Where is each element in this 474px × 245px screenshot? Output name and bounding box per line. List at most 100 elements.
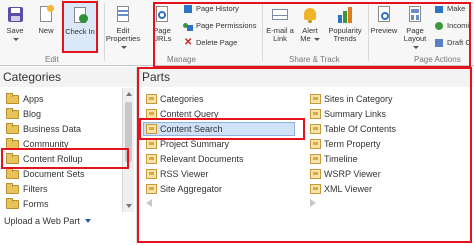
page-permissions-button[interactable]: Page Permissions bbox=[183, 21, 256, 31]
parts-list: Categories Content Query Content Search … bbox=[138, 87, 474, 245]
ribbon: Save New Check In Edit Edit Properties P… bbox=[0, 0, 474, 66]
folder-icon bbox=[6, 197, 19, 209]
incoming-links-button[interactable]: Incomi bbox=[434, 21, 469, 31]
web-part-icon bbox=[310, 124, 321, 134]
folder-icon bbox=[6, 182, 19, 194]
page-layout-button[interactable]: Page Layout bbox=[400, 5, 430, 51]
part-item-site-aggregator[interactable]: Site Aggregator bbox=[146, 182, 222, 196]
categories-scrollbar[interactable] bbox=[122, 88, 134, 212]
category-item-blog[interactable]: Blog bbox=[6, 107, 41, 121]
web-part-icon bbox=[146, 169, 157, 179]
page-urls-icon bbox=[152, 5, 172, 25]
email-link-button[interactable]: E-mail a Link bbox=[264, 5, 296, 43]
folder-icon bbox=[6, 107, 19, 119]
web-part-icon bbox=[146, 124, 157, 134]
page-layout-icon bbox=[405, 5, 425, 25]
divider bbox=[368, 3, 369, 61]
part-item-content-search[interactable]: Content Search bbox=[146, 122, 223, 136]
category-item-business-data[interactable]: Business Data bbox=[6, 122, 81, 136]
home-icon bbox=[434, 4, 444, 14]
part-item-content-query[interactable]: Content Query bbox=[146, 107, 219, 121]
part-item-relevant-documents[interactable]: Relevant Documents bbox=[146, 152, 244, 166]
web-part-icon bbox=[146, 94, 157, 104]
web-part-icon bbox=[310, 154, 321, 164]
chevron-down-icon bbox=[412, 45, 419, 49]
folder-icon bbox=[6, 167, 19, 179]
manage-group-label: Manage bbox=[167, 55, 196, 64]
part-item-xml-viewer[interactable]: XML Viewer bbox=[310, 182, 372, 196]
chevron-down-icon bbox=[12, 37, 19, 41]
preview-button[interactable]: Preview bbox=[370, 5, 398, 35]
chevron-down-icon bbox=[120, 45, 127, 49]
delete-icon: ✕ bbox=[184, 37, 193, 48]
email-icon bbox=[270, 5, 290, 25]
categories-title: Categories bbox=[3, 70, 62, 84]
draft-check-icon bbox=[434, 38, 444, 48]
part-item-project-summary[interactable]: Project Summary bbox=[146, 137, 229, 151]
category-item-apps[interactable]: Apps bbox=[6, 92, 44, 106]
bell-icon bbox=[300, 5, 320, 25]
category-item-forms[interactable]: Forms bbox=[6, 197, 49, 211]
check-in-icon bbox=[70, 6, 90, 26]
previous-page-icon[interactable] bbox=[146, 199, 152, 207]
divider bbox=[262, 3, 263, 61]
part-item-summary-links[interactable]: Summary Links bbox=[310, 107, 386, 121]
part-item-categories[interactable]: Categories bbox=[146, 92, 204, 106]
part-item-table-of-contents[interactable]: Table Of Contents bbox=[310, 122, 396, 136]
web-part-icon bbox=[310, 94, 321, 104]
part-item-term-property[interactable]: Term Property bbox=[310, 137, 381, 151]
page-history-button[interactable]: Page History bbox=[183, 4, 239, 14]
web-part-icon bbox=[310, 169, 321, 179]
folder-icon bbox=[6, 137, 19, 149]
category-item-filters[interactable]: Filters bbox=[6, 182, 48, 196]
make-homepage-button[interactable]: Make bbox=[434, 4, 465, 14]
part-item-wsrp-viewer[interactable]: WSRP Viewer bbox=[310, 167, 381, 181]
page-actions-group-label: Page Actions bbox=[414, 55, 461, 64]
edit-properties-icon bbox=[113, 5, 133, 25]
new-button[interactable]: New bbox=[33, 5, 59, 35]
alert-me-button[interactable]: Alert Me bbox=[298, 5, 322, 43]
edit-properties-button[interactable]: Edit Properties bbox=[105, 5, 141, 51]
chevron-down-icon bbox=[313, 37, 320, 41]
category-item-document-sets[interactable]: Document Sets bbox=[6, 167, 85, 181]
share-track-group-label: Share & Track bbox=[289, 55, 340, 64]
category-item-content-rollup[interactable]: Content Rollup bbox=[6, 152, 83, 166]
web-part-icon bbox=[146, 109, 157, 119]
parts-title: Parts bbox=[142, 70, 171, 84]
edit-group-label: Edit bbox=[45, 55, 59, 64]
page-urls-button[interactable]: Page URLs bbox=[148, 5, 176, 43]
permissions-icon bbox=[183, 21, 193, 31]
upload-web-part-button[interactable]: Upload a Web Part bbox=[4, 216, 91, 226]
history-icon bbox=[183, 4, 193, 14]
link-icon bbox=[434, 21, 444, 31]
web-part-icon bbox=[310, 139, 321, 149]
check-in-button[interactable]: Check In bbox=[63, 2, 97, 52]
draft-check-button[interactable]: Draft C bbox=[434, 38, 471, 48]
part-item-timeline[interactable]: Timeline bbox=[310, 152, 358, 166]
web-part-icon bbox=[146, 154, 157, 164]
folder-icon bbox=[6, 122, 19, 134]
part-item-sites-in-category[interactable]: Sites in Category bbox=[310, 92, 393, 106]
next-page-icon[interactable] bbox=[310, 199, 316, 207]
web-part-icon bbox=[310, 184, 321, 194]
folder-icon bbox=[6, 152, 19, 164]
web-part-icon bbox=[310, 109, 321, 119]
part-item-rss-viewer[interactable]: RSS Viewer bbox=[146, 167, 208, 181]
web-part-icon bbox=[146, 139, 157, 149]
chart-icon bbox=[335, 5, 355, 25]
parts-header: Parts bbox=[138, 67, 474, 87]
scroll-down-icon[interactable] bbox=[126, 204, 132, 208]
web-part-icon bbox=[146, 184, 157, 194]
save-button[interactable]: Save bbox=[3, 5, 27, 43]
popularity-trends-button[interactable]: Popularity Trends bbox=[325, 5, 365, 43]
categories-header: Categories bbox=[0, 67, 137, 87]
new-page-icon bbox=[36, 5, 56, 25]
chevron-down-icon bbox=[84, 219, 91, 223]
save-icon bbox=[5, 5, 25, 25]
category-item-community[interactable]: Community bbox=[6, 137, 69, 151]
scroll-up-icon[interactable] bbox=[126, 92, 132, 96]
folder-icon bbox=[6, 92, 19, 104]
preview-icon bbox=[374, 5, 394, 25]
delete-page-button[interactable]: ✕ Delete Page bbox=[183, 38, 237, 48]
scroll-thumb[interactable] bbox=[125, 102, 132, 162]
